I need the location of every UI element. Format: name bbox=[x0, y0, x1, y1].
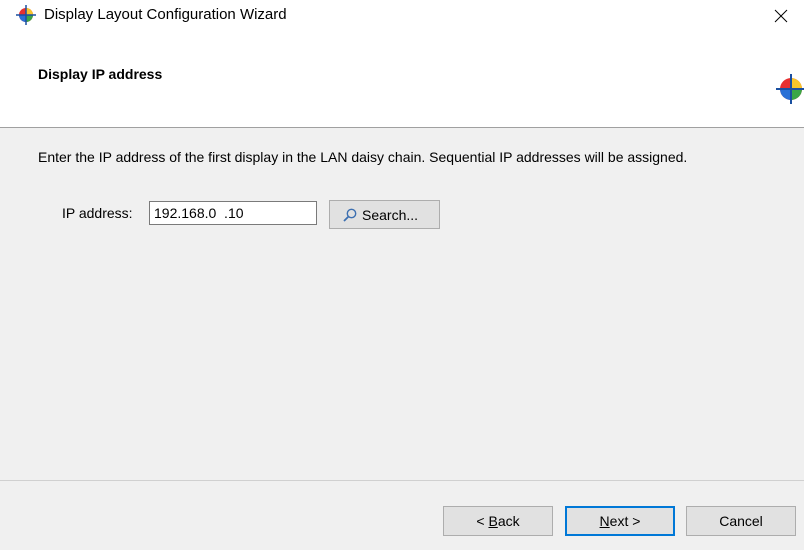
wizard-body: Enter the IP address of the first displa… bbox=[0, 128, 804, 480]
window-title: Display Layout Configuration Wizard bbox=[44, 6, 287, 23]
next-mnemonic: N bbox=[599, 513, 610, 529]
ip-address-input[interactable]: 192.168.0 .10 bbox=[149, 201, 317, 225]
magnifier-icon bbox=[343, 208, 357, 222]
close-button[interactable] bbox=[758, 0, 804, 32]
back-rest: ack bbox=[497, 513, 520, 529]
color-wheel-icon bbox=[16, 5, 36, 25]
back-button[interactable]: < Back bbox=[443, 506, 553, 536]
ip-address-label: IP address: bbox=[62, 205, 133, 221]
search-button-label: Search... bbox=[362, 206, 419, 223]
wizard-header: Display IP address bbox=[0, 32, 804, 128]
wizard-window: Display Layout Configuration Wizard Disp… bbox=[0, 0, 804, 550]
color-wheel-icon bbox=[776, 74, 804, 104]
wizard-footer: < Back Next > Cancel bbox=[0, 480, 804, 550]
page-title: Display IP address bbox=[38, 66, 163, 82]
next-button[interactable]: Next > bbox=[565, 506, 675, 536]
instructions-text: Enter the IP address of the first displa… bbox=[38, 149, 688, 165]
search-button[interactable]: Search... bbox=[329, 200, 440, 229]
cancel-button[interactable]: Cancel bbox=[686, 506, 796, 536]
back-prefix: < bbox=[476, 513, 489, 529]
close-icon bbox=[774, 9, 788, 23]
next-suffix: > bbox=[628, 513, 641, 529]
title-bar: Display Layout Configuration Wizard bbox=[0, 0, 804, 32]
next-rest: ext bbox=[609, 513, 629, 529]
back-mnemonic: B bbox=[488, 513, 498, 529]
